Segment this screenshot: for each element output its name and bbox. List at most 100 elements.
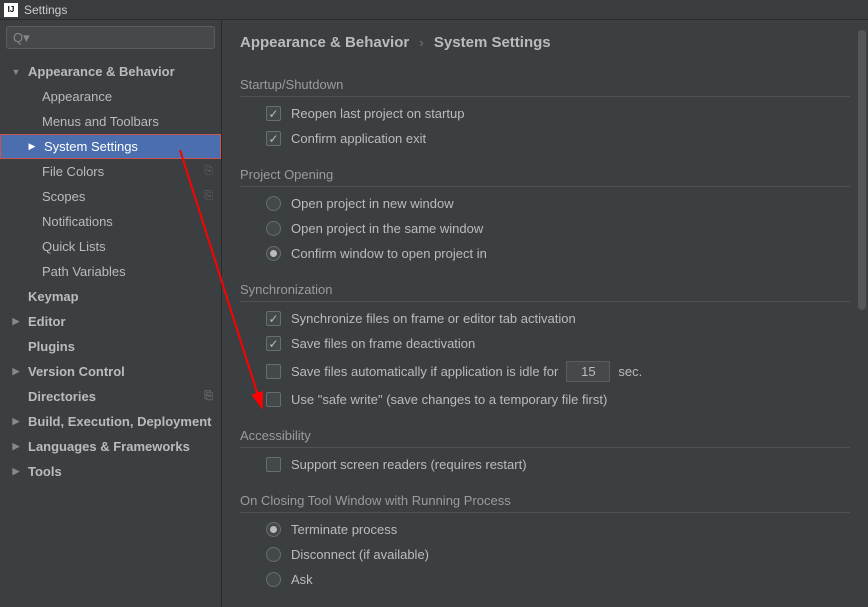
option-save-deactivation[interactable]: Save files on frame deactivation (240, 331, 850, 356)
main-panel: Appearance & Behavior › System Settings … (222, 20, 868, 607)
option-disconnect[interactable]: Disconnect (if available) (240, 542, 850, 567)
tree-build[interactable]: ▶ Build, Execution, Deployment (0, 409, 221, 434)
radio-icon[interactable] (266, 522, 281, 537)
radio-icon[interactable] (266, 221, 281, 236)
tree-system-settings[interactable]: ▶ System Settings (0, 134, 221, 159)
option-ask[interactable]: Ask (240, 567, 850, 592)
tree-label: Quick Lists (42, 239, 106, 254)
chevron-right-icon: ▶ (10, 466, 22, 477)
section-accessibility: Accessibility (240, 428, 850, 452)
option-terminate[interactable]: Terminate process (240, 517, 850, 542)
tree-menus-toolbars[interactable]: Menus and Toolbars (0, 109, 221, 134)
idle-seconds-input[interactable] (566, 361, 610, 382)
tree-label: Keymap (28, 289, 79, 304)
radio-icon[interactable] (266, 196, 281, 211)
option-confirm-window[interactable]: Confirm window to open project in (240, 241, 850, 266)
tree-notifications[interactable]: Notifications (0, 209, 221, 234)
scrollbar[interactable] (856, 20, 868, 607)
tree-version-control[interactable]: ▶ Version Control (0, 359, 221, 384)
tree-label: Editor (28, 314, 66, 329)
checkbox-icon[interactable] (266, 336, 281, 351)
option-label: Save files automatically if application … (291, 364, 558, 379)
tree-plugins[interactable]: ▶ Plugins (0, 334, 221, 359)
section-startup: Startup/Shutdown (240, 77, 850, 101)
tree-directories[interactable]: ▶ Directories ⎘ (0, 384, 221, 409)
checkbox-icon[interactable] (266, 392, 281, 407)
settings-tree: ▼ Appearance & Behavior Appearance Menus… (0, 55, 221, 607)
tree-label: Build, Execution, Deployment (28, 414, 211, 429)
tree-label: Appearance (42, 89, 112, 104)
option-screen-readers[interactable]: Support screen readers (requires restart… (240, 452, 850, 477)
option-safe-write[interactable]: Use "safe write" (save changes to a temp… (240, 387, 850, 412)
chevron-right-icon: ▶ (10, 316, 22, 327)
option-label: Disconnect (if available) (291, 547, 429, 562)
tree-label: Notifications (42, 214, 113, 229)
app-icon: IJ (4, 3, 18, 17)
tree-file-colors[interactable]: File Colors ⎘ (0, 159, 221, 184)
titlebar: IJ Settings (0, 0, 868, 20)
option-label: Terminate process (291, 522, 397, 537)
checkbox-icon[interactable] (266, 311, 281, 326)
tree-appearance-behavior[interactable]: ▼ Appearance & Behavior (0, 59, 221, 84)
option-label: Confirm window to open project in (291, 246, 487, 261)
tree-languages[interactable]: ▶ Languages & Frameworks (0, 434, 221, 459)
option-confirm-exit[interactable]: Confirm application exit (240, 126, 850, 151)
tree-label: Menus and Toolbars (42, 114, 159, 129)
chevron-right-icon: ▶ (10, 416, 22, 427)
radio-icon[interactable] (266, 246, 281, 261)
option-label: Support screen readers (requires restart… (291, 457, 527, 472)
checkbox-icon[interactable] (266, 457, 281, 472)
tree-tools[interactable]: ▶ Tools (0, 459, 221, 484)
tree-label: Languages & Frameworks (28, 439, 190, 454)
tree-label: File Colors (42, 164, 104, 179)
option-label: Open project in new window (291, 196, 454, 211)
radio-icon[interactable] (266, 547, 281, 562)
option-reopen[interactable]: Reopen last project on startup (240, 101, 850, 126)
option-same-window[interactable]: Open project in the same window (240, 216, 850, 241)
tree-appearance[interactable]: Appearance (0, 84, 221, 109)
tree-editor[interactable]: ▶ Editor (0, 309, 221, 334)
tree-path-variables[interactable]: Path Variables (0, 259, 221, 284)
project-icon: ⎘ (204, 190, 213, 203)
chevron-right-icon: ▶ (10, 366, 22, 377)
option-label: Save files on frame deactivation (291, 336, 475, 351)
project-icon: ⎘ (204, 390, 213, 403)
scrollbar-thumb[interactable] (858, 30, 866, 310)
sidebar: ▼ Appearance & Behavior Appearance Menus… (0, 20, 222, 607)
chevron-right-icon: ▶ (26, 141, 38, 152)
option-label: Open project in the same window (291, 221, 483, 236)
tree-label: Directories (28, 389, 96, 404)
breadcrumb: Appearance & Behavior › System Settings (240, 30, 850, 61)
tree-label: Version Control (28, 364, 125, 379)
option-save-auto[interactable]: Save files automatically if application … (240, 356, 850, 387)
tree-label: Tools (28, 464, 62, 479)
search-input[interactable] (6, 26, 215, 49)
tree-label: Path Variables (42, 264, 126, 279)
tree-keymap[interactable]: ▶ Keymap (0, 284, 221, 309)
chevron-right-icon: ▶ (10, 441, 22, 452)
option-label: Use "safe write" (save changes to a temp… (291, 392, 607, 407)
tree-label: Plugins (28, 339, 75, 354)
option-label-suffix: sec. (618, 364, 642, 379)
section-sync: Synchronization (240, 282, 850, 306)
tree-label: Scopes (42, 189, 85, 204)
project-icon: ⎘ (204, 165, 213, 178)
option-new-window[interactable]: Open project in new window (240, 191, 850, 216)
window-title: Settings (24, 3, 67, 17)
option-label: Reopen last project on startup (291, 106, 464, 121)
option-label: Confirm application exit (291, 131, 426, 146)
section-project-opening: Project Opening (240, 167, 850, 191)
breadcrumb-current: System Settings (434, 34, 551, 51)
checkbox-icon[interactable] (266, 106, 281, 121)
section-closing: On Closing Tool Window with Running Proc… (240, 493, 850, 517)
checkbox-icon[interactable] (266, 131, 281, 146)
tree-scopes[interactable]: Scopes ⎘ (0, 184, 221, 209)
checkbox-icon[interactable] (266, 364, 281, 379)
breadcrumb-separator: › (413, 35, 429, 50)
radio-icon[interactable] (266, 572, 281, 587)
tree-label: System Settings (44, 139, 138, 154)
breadcrumb-parent[interactable]: Appearance & Behavior (240, 34, 409, 51)
option-sync-files[interactable]: Synchronize files on frame or editor tab… (240, 306, 850, 331)
option-label: Synchronize files on frame or editor tab… (291, 311, 576, 326)
tree-quick-lists[interactable]: Quick Lists (0, 234, 221, 259)
